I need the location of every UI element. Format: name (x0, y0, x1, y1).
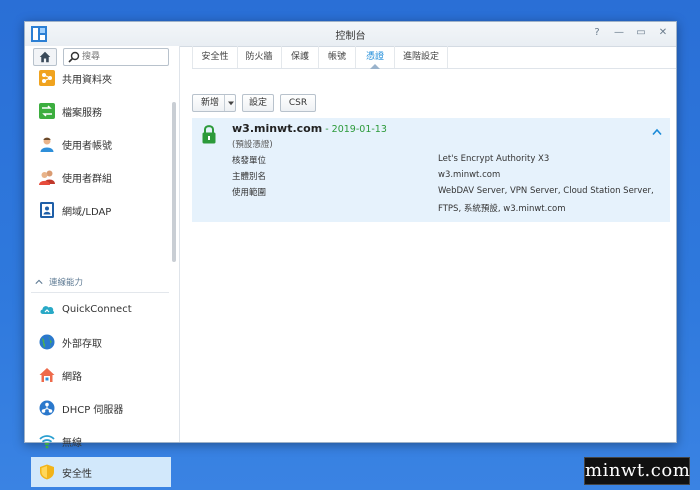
add-button[interactable]: 新增 (192, 94, 236, 112)
chevron-up-icon[interactable] (652, 128, 662, 136)
settings-button[interactable]: 設定 (242, 94, 274, 112)
search-icon (68, 51, 80, 63)
tab-security[interactable]: 安全性 (192, 46, 238, 68)
shared-folder-icon (39, 70, 55, 86)
tab-bar: 安全性 防火牆 保護 帳號 憑證 進階設定 (192, 46, 676, 69)
sidebar-scrollbar[interactable] (172, 102, 176, 262)
sidebar-divider (31, 292, 169, 293)
title-bar[interactable]: 控制台 ? — ▭ ✕ (25, 22, 676, 47)
control-panel-window: 控制台 ? — ▭ ✕ 搜尋 共用資料夾 檔案服務 使用者帳號 使用者群組 網域… (24, 21, 677, 487)
sidebar-item-label: 安全性 (62, 468, 92, 480)
sidebar-item-security[interactable]: 安全性 (31, 457, 171, 487)
close-icon[interactable]: ✕ (656, 26, 670, 40)
tab-firewall[interactable]: 防火牆 (237, 46, 282, 68)
watermark: minwt.com (584, 457, 690, 485)
help-icon[interactable]: ? (590, 26, 604, 40)
sidebar-item-external-access[interactable]: 外部存取 (31, 327, 171, 357)
lock-icon (202, 125, 216, 144)
sidebar-item-label: 網域/LDAP (62, 206, 112, 218)
tab-protection[interactable]: 保護 (282, 46, 319, 68)
sidebar-item-label: 共用資料夾 (62, 74, 112, 86)
usage-label: 使用範圍 (232, 188, 267, 198)
issuer-value: Let's Encrypt Authority X3 (438, 154, 550, 164)
add-button-label: 新增 (201, 98, 220, 108)
sidebar-item-shared-folder[interactable]: 共用資料夾 (31, 63, 171, 93)
shield-icon (40, 464, 54, 480)
dhcp-network-icon (39, 400, 55, 416)
main-panel: 安全性 防火牆 保護 帳號 憑證 進階設定 新增 設定 CSR w3.minwt… (180, 46, 676, 442)
sidebar-item-file-services[interactable]: 檔案服務 (31, 96, 171, 126)
maximize-icon[interactable]: ▭ (634, 26, 648, 40)
sidebar-item-label: 檔案服務 (62, 107, 102, 119)
sidebar-item-network[interactable]: 網路 (31, 360, 171, 390)
sidebar-item-label: 使用者群組 (62, 173, 112, 185)
sidebar-item-label: DHCP 伺服器 (62, 404, 124, 416)
quickconnect-cloud-icon (40, 306, 55, 314)
active-tab-indicator (370, 64, 380, 69)
tab-advanced[interactable]: 進階設定 (395, 46, 448, 68)
caret-down-icon (228, 101, 234, 106)
file-services-icon (39, 103, 55, 119)
wifi-icon (39, 435, 55, 449)
subject-alt-name-value: w3.minwt.com (438, 170, 501, 180)
certificate-date: 2019-01-13 (331, 124, 387, 135)
chevron-up-icon (35, 279, 43, 284)
sidebar-item-dhcp-server[interactable]: DHCP 伺服器 (31, 393, 171, 423)
certificate-subtitle: (預設憑證) (232, 140, 273, 150)
user-icon (40, 137, 54, 152)
sidebar-item-label: 外部存取 (62, 338, 102, 350)
sidebar-item-wireless[interactable]: 無線 (31, 426, 171, 456)
subject-alt-name-label: 主體別名 (232, 172, 267, 182)
csr-button[interactable]: CSR (280, 94, 316, 112)
sidebar-item-label: QuickConnect (62, 303, 132, 315)
sidebar-item-user-groups[interactable]: 使用者群組 (31, 162, 171, 192)
sidebar-item-label: 無線 (62, 437, 82, 449)
directory-book-icon (40, 202, 54, 218)
user-group-icon (39, 170, 55, 185)
sidebar-item-user-accounts[interactable]: 使用者帳號 (31, 129, 171, 159)
usage-value-line1: WebDAV Server, VPN Server, Cloud Station… (438, 186, 654, 196)
sidebar-section-label: 連線能力 (49, 278, 84, 288)
issuer-label: 核發單位 (232, 156, 267, 166)
sidebar-item-label: 使用者帳號 (62, 140, 112, 152)
sidebar-item-label: 網路 (62, 371, 82, 383)
sidebar-item-domain-ldap[interactable]: 網域/LDAP (31, 195, 171, 225)
certificate-panel[interactable]: w3.minwt.com - 2019-01-13 (預設憑證) 核發單位 Le… (192, 118, 670, 222)
add-dropdown-toggle[interactable] (224, 95, 237, 111)
certificate-domain: w3.minwt.com (232, 122, 323, 135)
sidebar-section-connectivity[interactable]: 連線能力 (35, 276, 83, 288)
home-icon (39, 51, 51, 63)
certificate-title: w3.minwt.com - 2019-01-13 (232, 122, 387, 135)
network-house-icon (39, 368, 55, 382)
sidebar: 共用資料夾 檔案服務 使用者帳號 (25, 46, 180, 487)
minimize-icon[interactable]: — (612, 26, 626, 40)
globe-icon (39, 334, 55, 350)
tab-account[interactable]: 帳號 (319, 46, 356, 68)
usage-value-line2: FTPS, 系統預設, w3.minwt.com (438, 204, 566, 214)
sidebar-item-quickconnect[interactable]: QuickConnect (31, 294, 171, 324)
search-input[interactable] (82, 50, 164, 64)
window-title: 控制台 (335, 31, 366, 42)
